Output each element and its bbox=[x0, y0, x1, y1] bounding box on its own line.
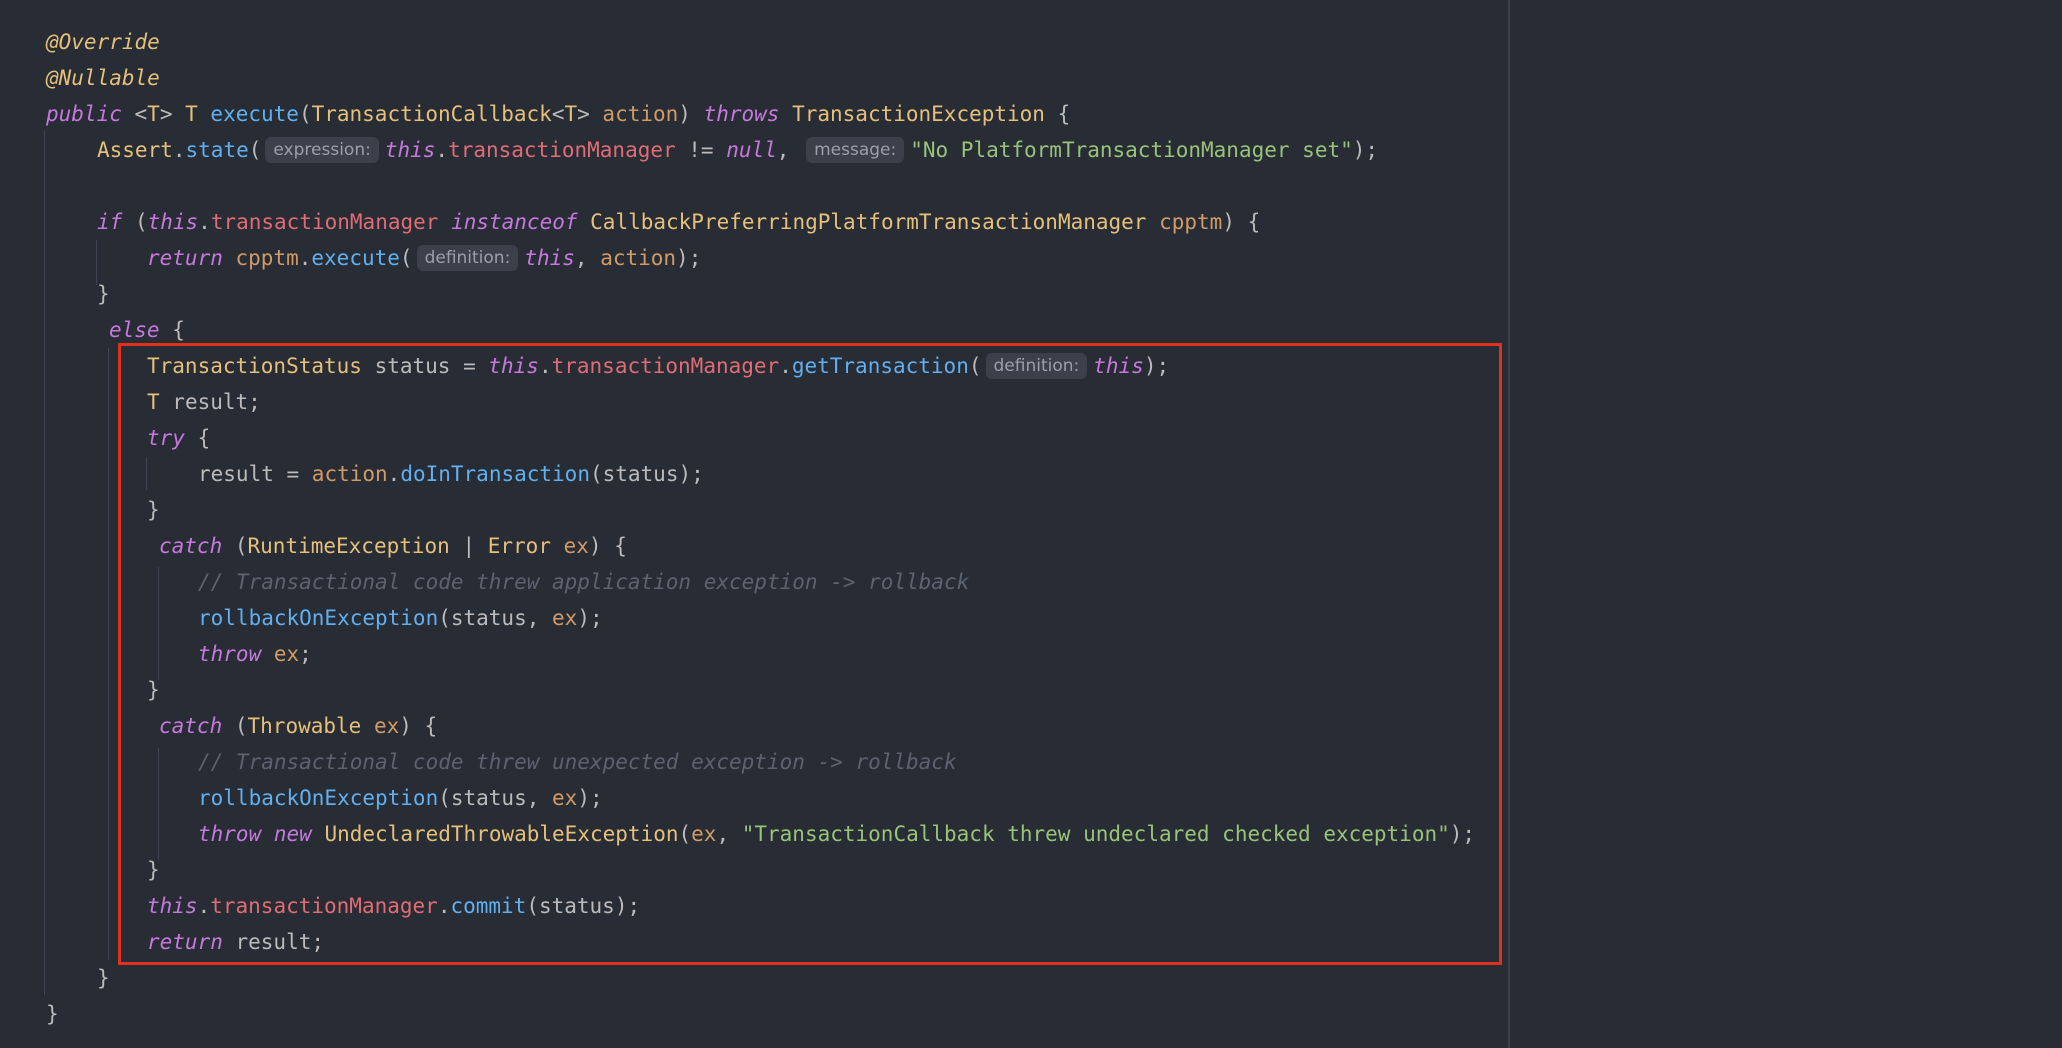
code-token-keyword: instanceof bbox=[451, 210, 578, 234]
code-token-field: transactionManager bbox=[448, 138, 676, 162]
code-token-plain: } bbox=[97, 966, 110, 990]
code-line[interactable]: return cpptm.execute(definition: this, ac… bbox=[147, 240, 701, 276]
code-token-plain: ); bbox=[676, 246, 702, 270]
code-token-plain: . bbox=[435, 138, 449, 162]
code-token-keyword: if bbox=[97, 210, 123, 234]
code-token-plain: ( bbox=[399, 246, 413, 270]
code-token-plain: . bbox=[172, 138, 186, 162]
code-line[interactable]: @Nullable bbox=[46, 60, 160, 96]
code-token-string: "No PlatformTransactionManager set" bbox=[910, 138, 1353, 162]
code-line[interactable]: if (this.transactionManager instanceof C… bbox=[97, 204, 1260, 240]
code-token-plain: ( bbox=[298, 102, 312, 126]
code-token-type: TransactionCallback bbox=[311, 102, 552, 126]
code-token-plain: ( bbox=[122, 210, 148, 234]
code-token-method: execute bbox=[311, 246, 400, 270]
code-token-plain: { bbox=[159, 318, 185, 342]
code-token-plain: , bbox=[574, 246, 601, 270]
code-token-param: cpptm bbox=[1159, 210, 1223, 234]
code-line[interactable]: public <T> T execute(TransactionCallback… bbox=[46, 96, 1070, 132]
indent-guide-line bbox=[108, 348, 109, 960]
code-token-keyword: this bbox=[147, 210, 199, 234]
code-token-annotation: @Nullable bbox=[46, 66, 160, 90]
parameter-hint: message: bbox=[806, 137, 905, 163]
code-token-param: action bbox=[600, 246, 677, 270]
code-token-keyword: null bbox=[726, 138, 777, 162]
indent-guide-line bbox=[44, 130, 45, 995]
code-token-keyword: this bbox=[384, 138, 436, 162]
code-token-type: T bbox=[185, 102, 198, 126]
code-token-plain: ); bbox=[1352, 138, 1379, 162]
code-token-method: state bbox=[185, 138, 249, 162]
code-token-type: T bbox=[147, 102, 160, 126]
code-token-plain: ) bbox=[678, 102, 704, 126]
code-line[interactable]: } bbox=[97, 276, 110, 312]
code-token-keyword: else bbox=[109, 318, 160, 342]
highlight-box bbox=[118, 343, 1502, 965]
parameter-hint: expression: bbox=[265, 137, 379, 163]
code-token-keyword: throws bbox=[703, 102, 780, 126]
code-token-annotation: @Override bbox=[46, 30, 160, 54]
code-token-keyword: return bbox=[147, 246, 223, 270]
code-editor[interactable]: @Override @Nullable public <T> T execute(T… bbox=[0, 0, 2062, 1048]
code-token-type: Assert bbox=[97, 138, 173, 162]
code-token-type: CallbackPreferringPlatformTransactionMan… bbox=[590, 210, 1147, 234]
code-line[interactable]: @Override bbox=[46, 24, 160, 60]
code-token-type: T bbox=[564, 102, 578, 126]
code-token-plain: < bbox=[121, 102, 148, 126]
code-token-plain: . bbox=[198, 210, 211, 234]
code-token-keyword: public bbox=[46, 102, 122, 126]
code-token-plain: < bbox=[551, 102, 565, 126]
code-token-plain: } bbox=[46, 1002, 59, 1026]
code-token-method: execute bbox=[210, 102, 299, 126]
code-line[interactable]: Assert.state(expression: this.transaction… bbox=[97, 132, 1378, 168]
code-token-plain: ( bbox=[248, 138, 262, 162]
code-token-plain: } bbox=[97, 282, 110, 306]
code-token-plain: > bbox=[159, 102, 186, 126]
code-token-plain: != bbox=[675, 138, 727, 162]
parameter-hint: definition: bbox=[416, 245, 519, 271]
code-line[interactable]: } bbox=[97, 960, 110, 996]
code-token-param: cpptm bbox=[235, 246, 299, 270]
code-token-keyword: this bbox=[524, 246, 575, 270]
code-token-plain: ) { bbox=[1222, 210, 1261, 234]
code-token-type: TransactionException bbox=[792, 102, 1045, 126]
code-token-plain: > bbox=[577, 102, 603, 126]
code-token-plain: { bbox=[1044, 102, 1071, 126]
code-token-field: transactionManager bbox=[210, 210, 439, 234]
right-margin-guide bbox=[1508, 0, 1510, 1048]
code-token-plain: , bbox=[776, 138, 803, 162]
code-token-plain: . bbox=[298, 246, 312, 270]
code-token-param: action bbox=[602, 102, 679, 126]
code-line[interactable]: } bbox=[46, 996, 59, 1032]
